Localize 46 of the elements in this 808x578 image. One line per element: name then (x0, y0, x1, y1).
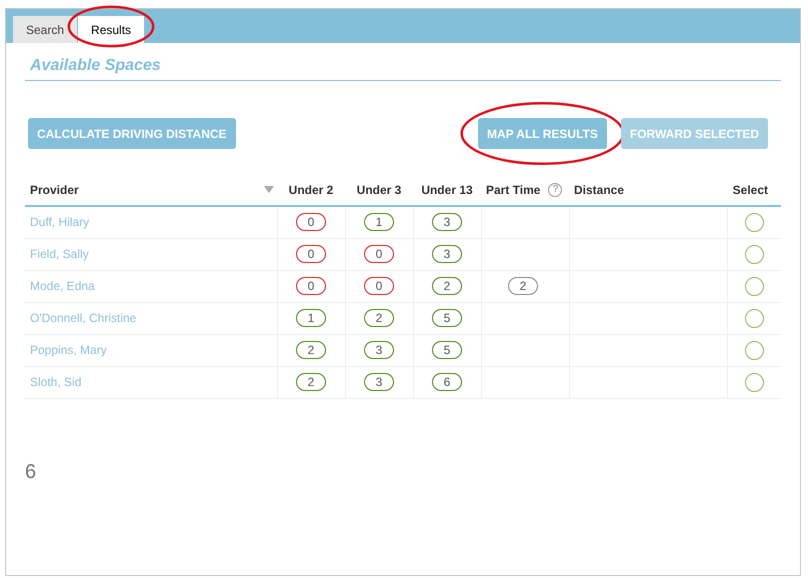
count-badge: 0 (296, 245, 326, 263)
count-badge: 3 (364, 373, 394, 391)
count-badge: 2 (296, 341, 326, 359)
provider-link[interactable]: Duff, Hilary (30, 215, 90, 230)
count-badge: 3 (364, 341, 394, 359)
count-badge: 1 (296, 309, 326, 327)
sort-descending-icon[interactable] (264, 186, 274, 193)
count-badge: 2 (432, 277, 462, 295)
count-badge: 3 (432, 213, 462, 232)
select-radio[interactable] (744, 372, 764, 392)
provider-link[interactable]: Mode, Edna (30, 279, 95, 293)
count-badge: 2 (296, 373, 326, 391)
select-radio[interactable] (744, 308, 764, 328)
count-badge: 0 (296, 213, 326, 232)
select-radio[interactable] (744, 212, 764, 232)
column-header[interactable]: Select (732, 182, 768, 196)
count-badge: 3 (432, 245, 462, 263)
count-badge: 2 (364, 309, 394, 327)
provider-link[interactable]: O'Donnell, Christine (30, 311, 136, 325)
action-button[interactable]: CALCULATE DRIVING DISTANCE (28, 118, 236, 149)
count-badge: 5 (432, 341, 462, 359)
count-badge: 0 (364, 277, 394, 295)
column-header[interactable]: Part Time (486, 180, 540, 198)
result-count: 6 (25, 460, 38, 484)
count-badge: 6 (432, 373, 462, 391)
column-header[interactable]: Provider (30, 180, 79, 198)
count-badge: 0 (364, 245, 394, 263)
count-badge: 5 (432, 309, 462, 327)
count-badge: 0 (296, 277, 326, 295)
provider-link[interactable]: Poppins, Mary (30, 343, 107, 357)
select-radio[interactable] (744, 244, 764, 264)
provider-link[interactable]: Field, Sally (30, 247, 89, 261)
column-header[interactable]: Under 13 (421, 182, 473, 196)
tab[interactable]: Search (13, 16, 78, 43)
section-heading: Available Spaces (30, 57, 161, 74)
column-header[interactable]: Under 3 (356, 182, 402, 196)
select-radio[interactable] (744, 276, 764, 296)
select-radio[interactable] (744, 340, 764, 360)
count-badge: 1 (364, 213, 394, 232)
column-header[interactable]: Distance (574, 182, 624, 196)
help-icon[interactable]: ? (548, 182, 562, 196)
count-badge: 2 (508, 277, 538, 295)
provider-link[interactable]: Sloth, Sid (30, 375, 82, 389)
action-button[interactable]: MAP ALL RESULTS (478, 118, 607, 149)
tab[interactable]: Results (78, 16, 144, 43)
column-header[interactable]: Under 2 (288, 182, 334, 196)
